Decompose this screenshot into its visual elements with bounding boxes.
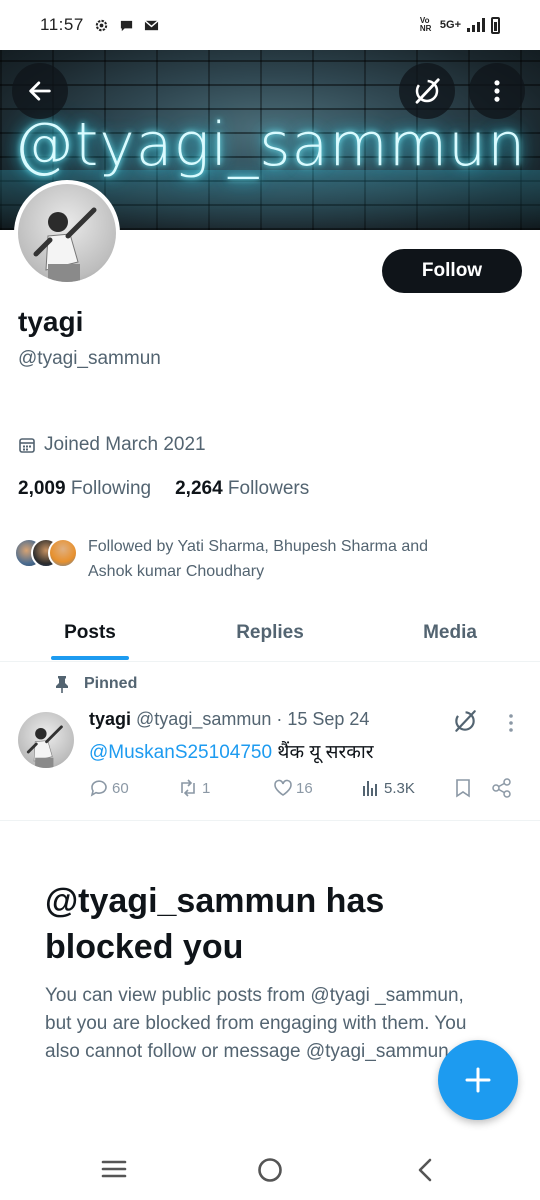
reply-button[interactable]: 60 bbox=[89, 778, 129, 798]
tab-posts[interactable]: Posts bbox=[0, 604, 180, 661]
calendar-icon bbox=[19, 438, 35, 453]
battery-icon bbox=[491, 16, 500, 34]
tab-replies[interactable]: Replies bbox=[180, 604, 360, 661]
like-button[interactable]: 16 bbox=[273, 778, 313, 798]
bookmark-button[interactable] bbox=[453, 778, 473, 798]
following-label: Following bbox=[70, 478, 152, 499]
avatar-photo bbox=[33, 207, 97, 282]
signal-icon bbox=[467, 18, 485, 32]
mutual-avatars bbox=[14, 534, 78, 570]
following-link[interactable]: 2,009 Following bbox=[18, 478, 151, 500]
more-options-button[interactable] bbox=[469, 63, 525, 119]
volte-indicator: Vo NR bbox=[419, 16, 432, 33]
views-icon bbox=[363, 781, 377, 796]
chat-bubble-icon bbox=[120, 20, 132, 31]
post-author-avatar[interactable] bbox=[18, 712, 74, 768]
post-avatar-photo bbox=[26, 725, 63, 768]
follow-stats: 2,009 Following 2,264 Followers bbox=[18, 478, 309, 500]
post-mention[interactable]: @MuskanS25104750 bbox=[89, 742, 272, 763]
followed-by-line: Ashok kumar Choudhary bbox=[88, 563, 265, 580]
reply-count: 60 bbox=[112, 779, 129, 797]
like-count: 16 bbox=[296, 779, 313, 797]
blocked-title: @tyagi_sammun has blocked you bbox=[45, 882, 385, 966]
more-vertical-icon bbox=[509, 714, 513, 732]
views-count: 5.3K bbox=[384, 779, 415, 797]
home-button[interactable] bbox=[255, 1156, 285, 1189]
follow-button[interactable]: Follow bbox=[382, 249, 522, 293]
system-nav-bar bbox=[0, 1140, 540, 1200]
joined-text: Joined March 2021 bbox=[44, 434, 206, 455]
mail-icon bbox=[144, 19, 159, 30]
share-button[interactable] bbox=[491, 778, 513, 798]
banner-text: @tyagi_sammun bbox=[13, 110, 527, 180]
back-arrow-icon bbox=[29, 81, 51, 101]
post-divider bbox=[0, 820, 540, 821]
joined-date: Joined March 2021 bbox=[18, 434, 206, 456]
grok-icon bbox=[415, 78, 440, 104]
repost-button[interactable]: 1 bbox=[177, 778, 210, 798]
status-time: 11:57 bbox=[40, 15, 84, 34]
like-icon bbox=[274, 779, 292, 796]
recents-icon bbox=[101, 1160, 127, 1178]
followers-label: Followers bbox=[227, 478, 310, 499]
followed-by[interactable]: Followed by Yati Sharma, Bhupesh Sharma … bbox=[14, 534, 514, 584]
home-icon bbox=[258, 1158, 282, 1182]
following-count: 2,009 bbox=[18, 478, 66, 499]
back-nav-button[interactable] bbox=[412, 1156, 438, 1189]
grok-button[interactable] bbox=[399, 63, 455, 119]
display-name: tyagi bbox=[18, 306, 84, 337]
settings-icon bbox=[95, 19, 107, 31]
plus-icon bbox=[465, 1067, 491, 1093]
followers-link[interactable]: 2,264 Followers bbox=[175, 478, 309, 500]
pinned-indicator: Pinned bbox=[54, 675, 137, 693]
post-body: थैंक यू सरकार bbox=[272, 742, 374, 763]
profile-avatar[interactable] bbox=[14, 180, 120, 286]
recents-button[interactable] bbox=[100, 1156, 128, 1187]
profile-tabs: Posts Replies Media bbox=[0, 604, 540, 662]
post-author-handle[interactable]: @tyagi_sammun bbox=[136, 709, 271, 729]
tab-media[interactable]: Media bbox=[360, 604, 540, 661]
mutual-avatar bbox=[48, 538, 78, 568]
repost-count: 1 bbox=[202, 779, 211, 797]
followed-by-text: Followed by Yati Sharma, Bhupesh Sharma … bbox=[88, 534, 428, 584]
back-button[interactable] bbox=[12, 63, 68, 119]
post-date[interactable]: · 15 Sep 24 bbox=[276, 709, 369, 729]
pin-icon bbox=[56, 676, 68, 693]
pinned-label: Pinned bbox=[84, 675, 138, 692]
blocked-body: You can view public posts from @tyagi _s… bbox=[45, 985, 467, 1062]
status-bar: 11:57 Vo NR 5G+ bbox=[0, 0, 540, 50]
post-actions: 60 1 16 5.3K bbox=[89, 778, 519, 802]
share-icon bbox=[492, 778, 511, 798]
reply-icon bbox=[90, 780, 107, 797]
back-nav-icon bbox=[418, 1158, 432, 1182]
repost-icon bbox=[181, 779, 195, 797]
post-grok-button[interactable] bbox=[452, 708, 478, 739]
grok-icon bbox=[455, 710, 476, 732]
more-vertical-icon bbox=[494, 80, 500, 102]
bookmark-icon bbox=[456, 779, 470, 798]
followed-by-line: Followed by Yati Sharma, Bhupesh Sharma … bbox=[88, 538, 429, 555]
followers-count: 2,264 bbox=[175, 478, 223, 499]
post-more-button[interactable] bbox=[503, 712, 519, 739]
profile-handle: @tyagi_sammun bbox=[18, 348, 161, 369]
post-header: tyagi @tyagi_sammun · 15 Sep 24 bbox=[89, 709, 369, 730]
post-author-name[interactable]: tyagi bbox=[89, 709, 131, 729]
network-indicator: 5G+ bbox=[439, 19, 461, 31]
compose-post-button[interactable] bbox=[438, 1040, 518, 1120]
views-button[interactable]: 5.3K bbox=[361, 778, 415, 798]
post-text: @MuskanS25104750 थैंक यू सरकार bbox=[89, 738, 374, 764]
